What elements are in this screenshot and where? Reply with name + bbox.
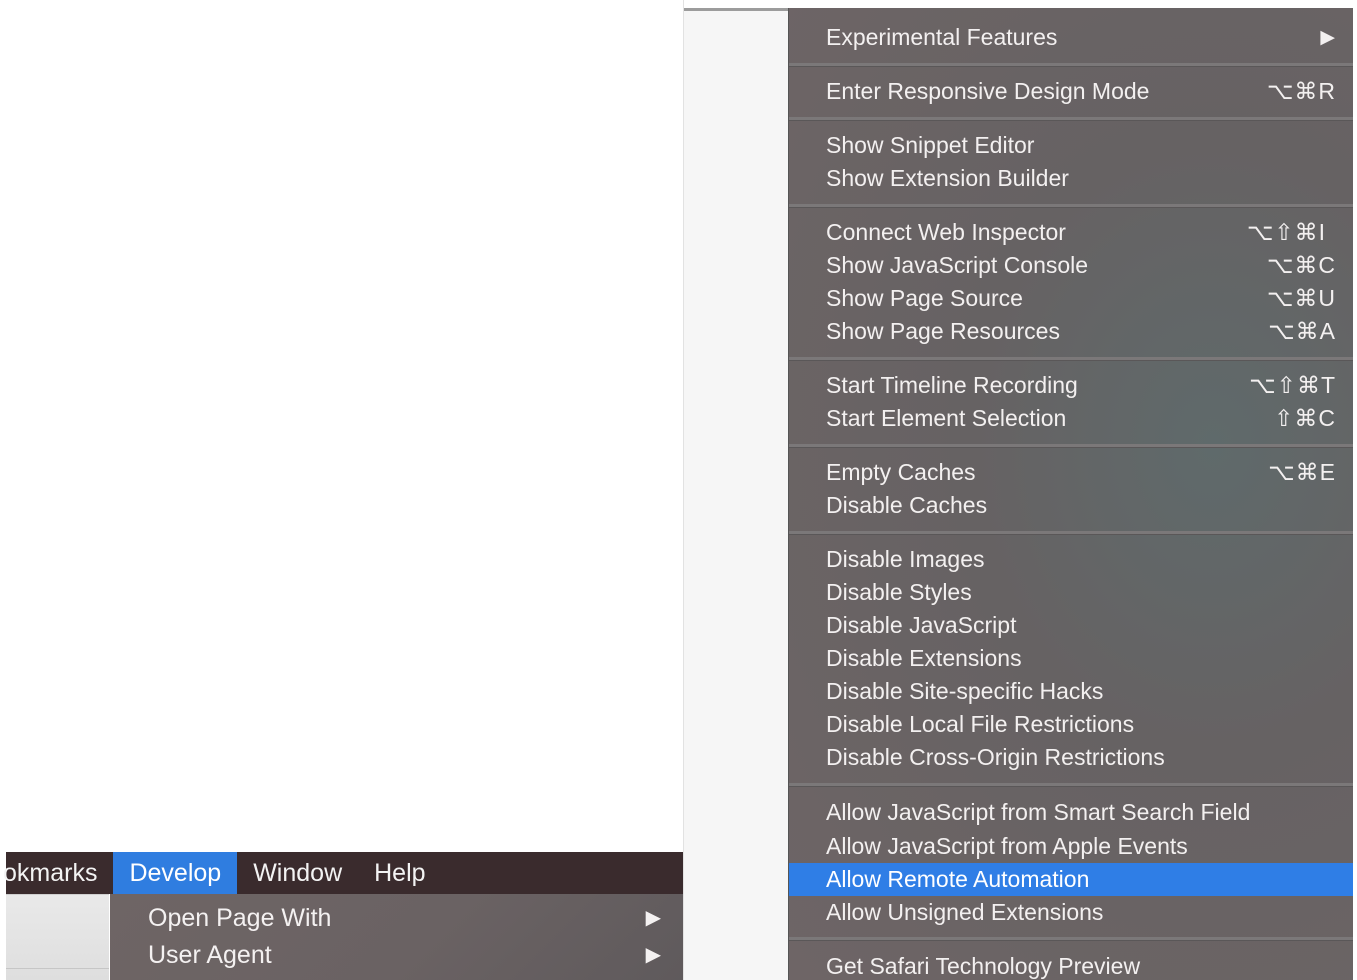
menu-bar: okmarks Develop Window Help xyxy=(3,852,683,894)
submenu-arrow-icon: ▶ xyxy=(645,907,661,929)
menu-separator xyxy=(789,357,1354,361)
menu-separator xyxy=(789,531,1354,535)
browser-window-edge xyxy=(6,894,109,980)
menu-item-shortcut: ⌥⌘U xyxy=(1266,285,1336,311)
menu-item-start-element-selection[interactable]: Start Element Selection ⇧⌘C xyxy=(789,402,1354,435)
divider xyxy=(6,968,109,969)
menu-item-label: Show Page Source xyxy=(826,285,1023,311)
menu-item-label: Show Page Resources xyxy=(826,318,1060,344)
menu-item-responsive-design-mode[interactable]: Enter Responsive Design Mode ⌥⌘R xyxy=(789,75,1354,108)
browser-window-background xyxy=(684,8,788,980)
menu-item-label: Disable Styles xyxy=(826,579,972,605)
menu-item-connect-web-inspector[interactable]: Connect Web Inspector ⌥⇧⌘I xyxy=(789,216,1354,249)
menu-item-label: Get Safari Technology Preview xyxy=(826,953,1141,979)
screen-edge xyxy=(1353,0,1357,980)
menu-item-allow-js-smart-search[interactable]: Allow JavaScript from Smart Search Field xyxy=(789,796,1354,829)
menu-item-shortcut: ⌥⇧⌘I xyxy=(1246,219,1326,245)
menu-item-shortcut: ⌥⌘R xyxy=(1266,78,1336,104)
menu-item-label: Disable Extensions xyxy=(826,645,1022,671)
menu-item-user-agent[interactable]: User Agent ▶ xyxy=(148,937,661,973)
menu-item-label: Enter Responsive Design Mode xyxy=(826,78,1150,104)
menu-item-disable-cross-origin-restrictions[interactable]: Disable Cross-Origin Restrictions xyxy=(789,741,1354,774)
menu-item-label: Connect Web Inspector xyxy=(826,219,1066,245)
menu-item-open-page-with[interactable]: Open Page With ▶ xyxy=(148,900,661,936)
develop-menu: Experimental Features ▶ Enter Responsive… xyxy=(788,8,1354,980)
menubar-item-help[interactable]: Help xyxy=(358,852,441,894)
menu-separator xyxy=(789,783,1354,787)
menu-item-label: Start Timeline Recording xyxy=(826,372,1078,398)
menu-separator xyxy=(789,63,1354,67)
menu-item-disable-images[interactable]: Disable Images xyxy=(789,543,1354,576)
menu-item-label: Allow Remote Automation xyxy=(826,866,1090,892)
menu-item-label: Experimental Features xyxy=(826,24,1058,50)
menu-separator xyxy=(789,937,1354,941)
menu-item-disable-extensions[interactable]: Disable Extensions xyxy=(789,642,1354,675)
menu-item-show-snippet-editor[interactable]: Show Snippet Editor xyxy=(789,129,1354,162)
menu-item-label: Disable Caches xyxy=(826,492,988,518)
submenu-arrow-icon: ▶ xyxy=(645,944,661,966)
develop-menu-dropdown: Open Page With ▶ User Agent ▶ xyxy=(110,894,683,980)
menu-item-label: Disable JavaScript xyxy=(826,612,1017,638)
screenshot-canvas: okmarks Develop Window Help Open Page Wi… xyxy=(0,0,1357,980)
menu-item-get-safari-technology-preview[interactable]: Get Safari Technology Preview xyxy=(789,950,1354,980)
menu-separator xyxy=(789,117,1354,121)
menu-item-label: User Agent xyxy=(148,941,272,969)
menu-item-start-timeline-recording[interactable]: Start Timeline Recording ⌥⇧⌘T xyxy=(789,369,1354,402)
submenu-arrow-icon: ▶ xyxy=(1320,27,1336,48)
menubar-item-window[interactable]: Window xyxy=(237,852,358,894)
menu-item-disable-site-specific-hacks[interactable]: Disable Site-specific Hacks xyxy=(789,675,1354,708)
menu-separator xyxy=(789,444,1354,448)
left-screen-area: okmarks Develop Window Help Open Page Wi… xyxy=(0,0,684,980)
menu-item-shortcut: ⌥⌘A xyxy=(1268,318,1336,344)
menu-item-show-extension-builder[interactable]: Show Extension Builder xyxy=(789,162,1354,195)
menu-separator xyxy=(789,204,1354,208)
menu-item-shortcut: ⌥⌘C xyxy=(1266,252,1336,278)
menu-item-experimental-features[interactable]: Experimental Features ▶ xyxy=(789,21,1354,54)
menu-item-label: Start Element Selection xyxy=(826,405,1067,431)
menu-item-allow-js-apple-events[interactable]: Allow JavaScript from Apple Events xyxy=(789,830,1354,863)
menu-item-label: Empty Caches xyxy=(826,459,976,485)
menu-item-shortcut: ⇧⌘C xyxy=(1274,405,1336,431)
menubar-item-develop[interactable]: Develop xyxy=(113,852,238,894)
menu-item-show-page-source[interactable]: Show Page Source ⌥⌘U xyxy=(789,282,1354,315)
menu-item-label: Allow JavaScript from Smart Search Field xyxy=(826,799,1251,825)
menu-item-label: Disable Local File Restrictions xyxy=(826,711,1135,737)
menu-item-allow-remote-automation[interactable]: Allow Remote Automation xyxy=(789,863,1354,896)
menu-item-label: Disable Cross-Origin Restrictions xyxy=(826,744,1165,770)
menu-item-show-page-resources[interactable]: Show Page Resources ⌥⌘A xyxy=(789,315,1354,348)
menu-item-show-javascript-console[interactable]: Show JavaScript Console ⌥⌘C xyxy=(789,249,1354,282)
menu-item-label: Disable Images xyxy=(826,546,985,572)
menu-item-shortcut: ⌥⌘E xyxy=(1268,459,1336,485)
menu-item-label: Open Page With xyxy=(148,904,332,932)
menu-item-disable-javascript[interactable]: Disable JavaScript xyxy=(789,609,1354,642)
menubar-item-bookmarks[interactable]: okmarks xyxy=(3,852,113,894)
menu-item-label: Show Snippet Editor xyxy=(826,132,1035,158)
menu-item-disable-local-file-restrictions[interactable]: Disable Local File Restrictions xyxy=(789,708,1354,741)
menu-item-disable-caches[interactable]: Disable Caches xyxy=(789,489,1354,522)
menu-item-disable-styles[interactable]: Disable Styles xyxy=(789,576,1354,609)
menu-item-empty-caches[interactable]: Empty Caches ⌥⌘E xyxy=(789,456,1354,489)
menu-item-allow-unsigned-extensions[interactable]: Allow Unsigned Extensions xyxy=(789,896,1354,929)
menu-item-label: Show Extension Builder xyxy=(826,165,1069,191)
menu-item-label: Show JavaScript Console xyxy=(826,252,1089,278)
menu-item-shortcut: ⌥⇧⌘T xyxy=(1249,372,1336,398)
menu-item-label: Disable Site-specific Hacks xyxy=(826,678,1104,704)
menu-item-label: Allow Unsigned Extensions xyxy=(826,899,1104,925)
menu-item-label: Allow JavaScript from Apple Events xyxy=(826,833,1188,859)
